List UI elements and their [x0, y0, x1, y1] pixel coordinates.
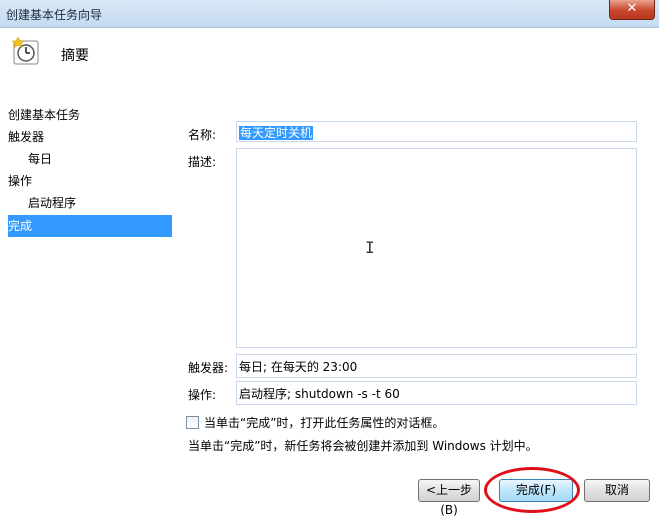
nav-item-trigger[interactable]: 触发器	[8, 126, 172, 148]
info-text: 当单击“完成”时，新任务将会被创建并添加到 Windows 计划中。	[188, 439, 538, 453]
nav-item-finish[interactable]: 完成	[8, 215, 172, 237]
text-cursor-icon: I	[365, 238, 375, 257]
trigger-label: 触发器:	[188, 361, 229, 375]
nav-item-start-program[interactable]: 启动程序	[8, 192, 172, 214]
wizard-header: 摘要	[0, 28, 659, 88]
description-label: 描述:	[188, 155, 217, 169]
cancel-button[interactable]: 取消	[584, 479, 650, 502]
trigger-value: 每日; 在每天的 23:00	[239, 360, 358, 374]
open-properties-checkbox[interactable]	[186, 416, 199, 429]
close-button[interactable]: ✕	[609, 0, 655, 20]
action-summary: 启动程序; shutdown -s -t 60	[236, 381, 637, 405]
name-field[interactable]: 每天定时关机	[236, 121, 637, 142]
action-label: 操作:	[188, 388, 217, 402]
title-bar: 创建基本任务向导 ✕	[0, 0, 659, 28]
description-field[interactable]	[236, 148, 637, 348]
nav-item-create-basic-task[interactable]: 创建基本任务	[8, 104, 172, 126]
name-value: 每天定时关机	[239, 126, 314, 140]
action-value: 启动程序; shutdown -s -t 60	[239, 387, 400, 401]
open-properties-label[interactable]: 当单击“完成”时，打开此任务属性的对话框。	[204, 414, 444, 431]
back-button[interactable]: <上一步(B)	[418, 479, 480, 517]
task-scheduler-clock-icon	[12, 36, 39, 65]
name-label: 名称:	[188, 128, 217, 142]
page-title: 摘要	[61, 48, 89, 64]
trigger-summary: 每日; 在每天的 23:00	[236, 354, 637, 378]
nav-item-daily[interactable]: 每日	[8, 148, 172, 170]
highlight-circle	[484, 467, 580, 513]
close-icon: ✕	[626, 1, 638, 16]
window-title: 创建基本任务向导	[6, 8, 103, 22]
nav-item-action[interactable]: 操作	[8, 170, 172, 192]
